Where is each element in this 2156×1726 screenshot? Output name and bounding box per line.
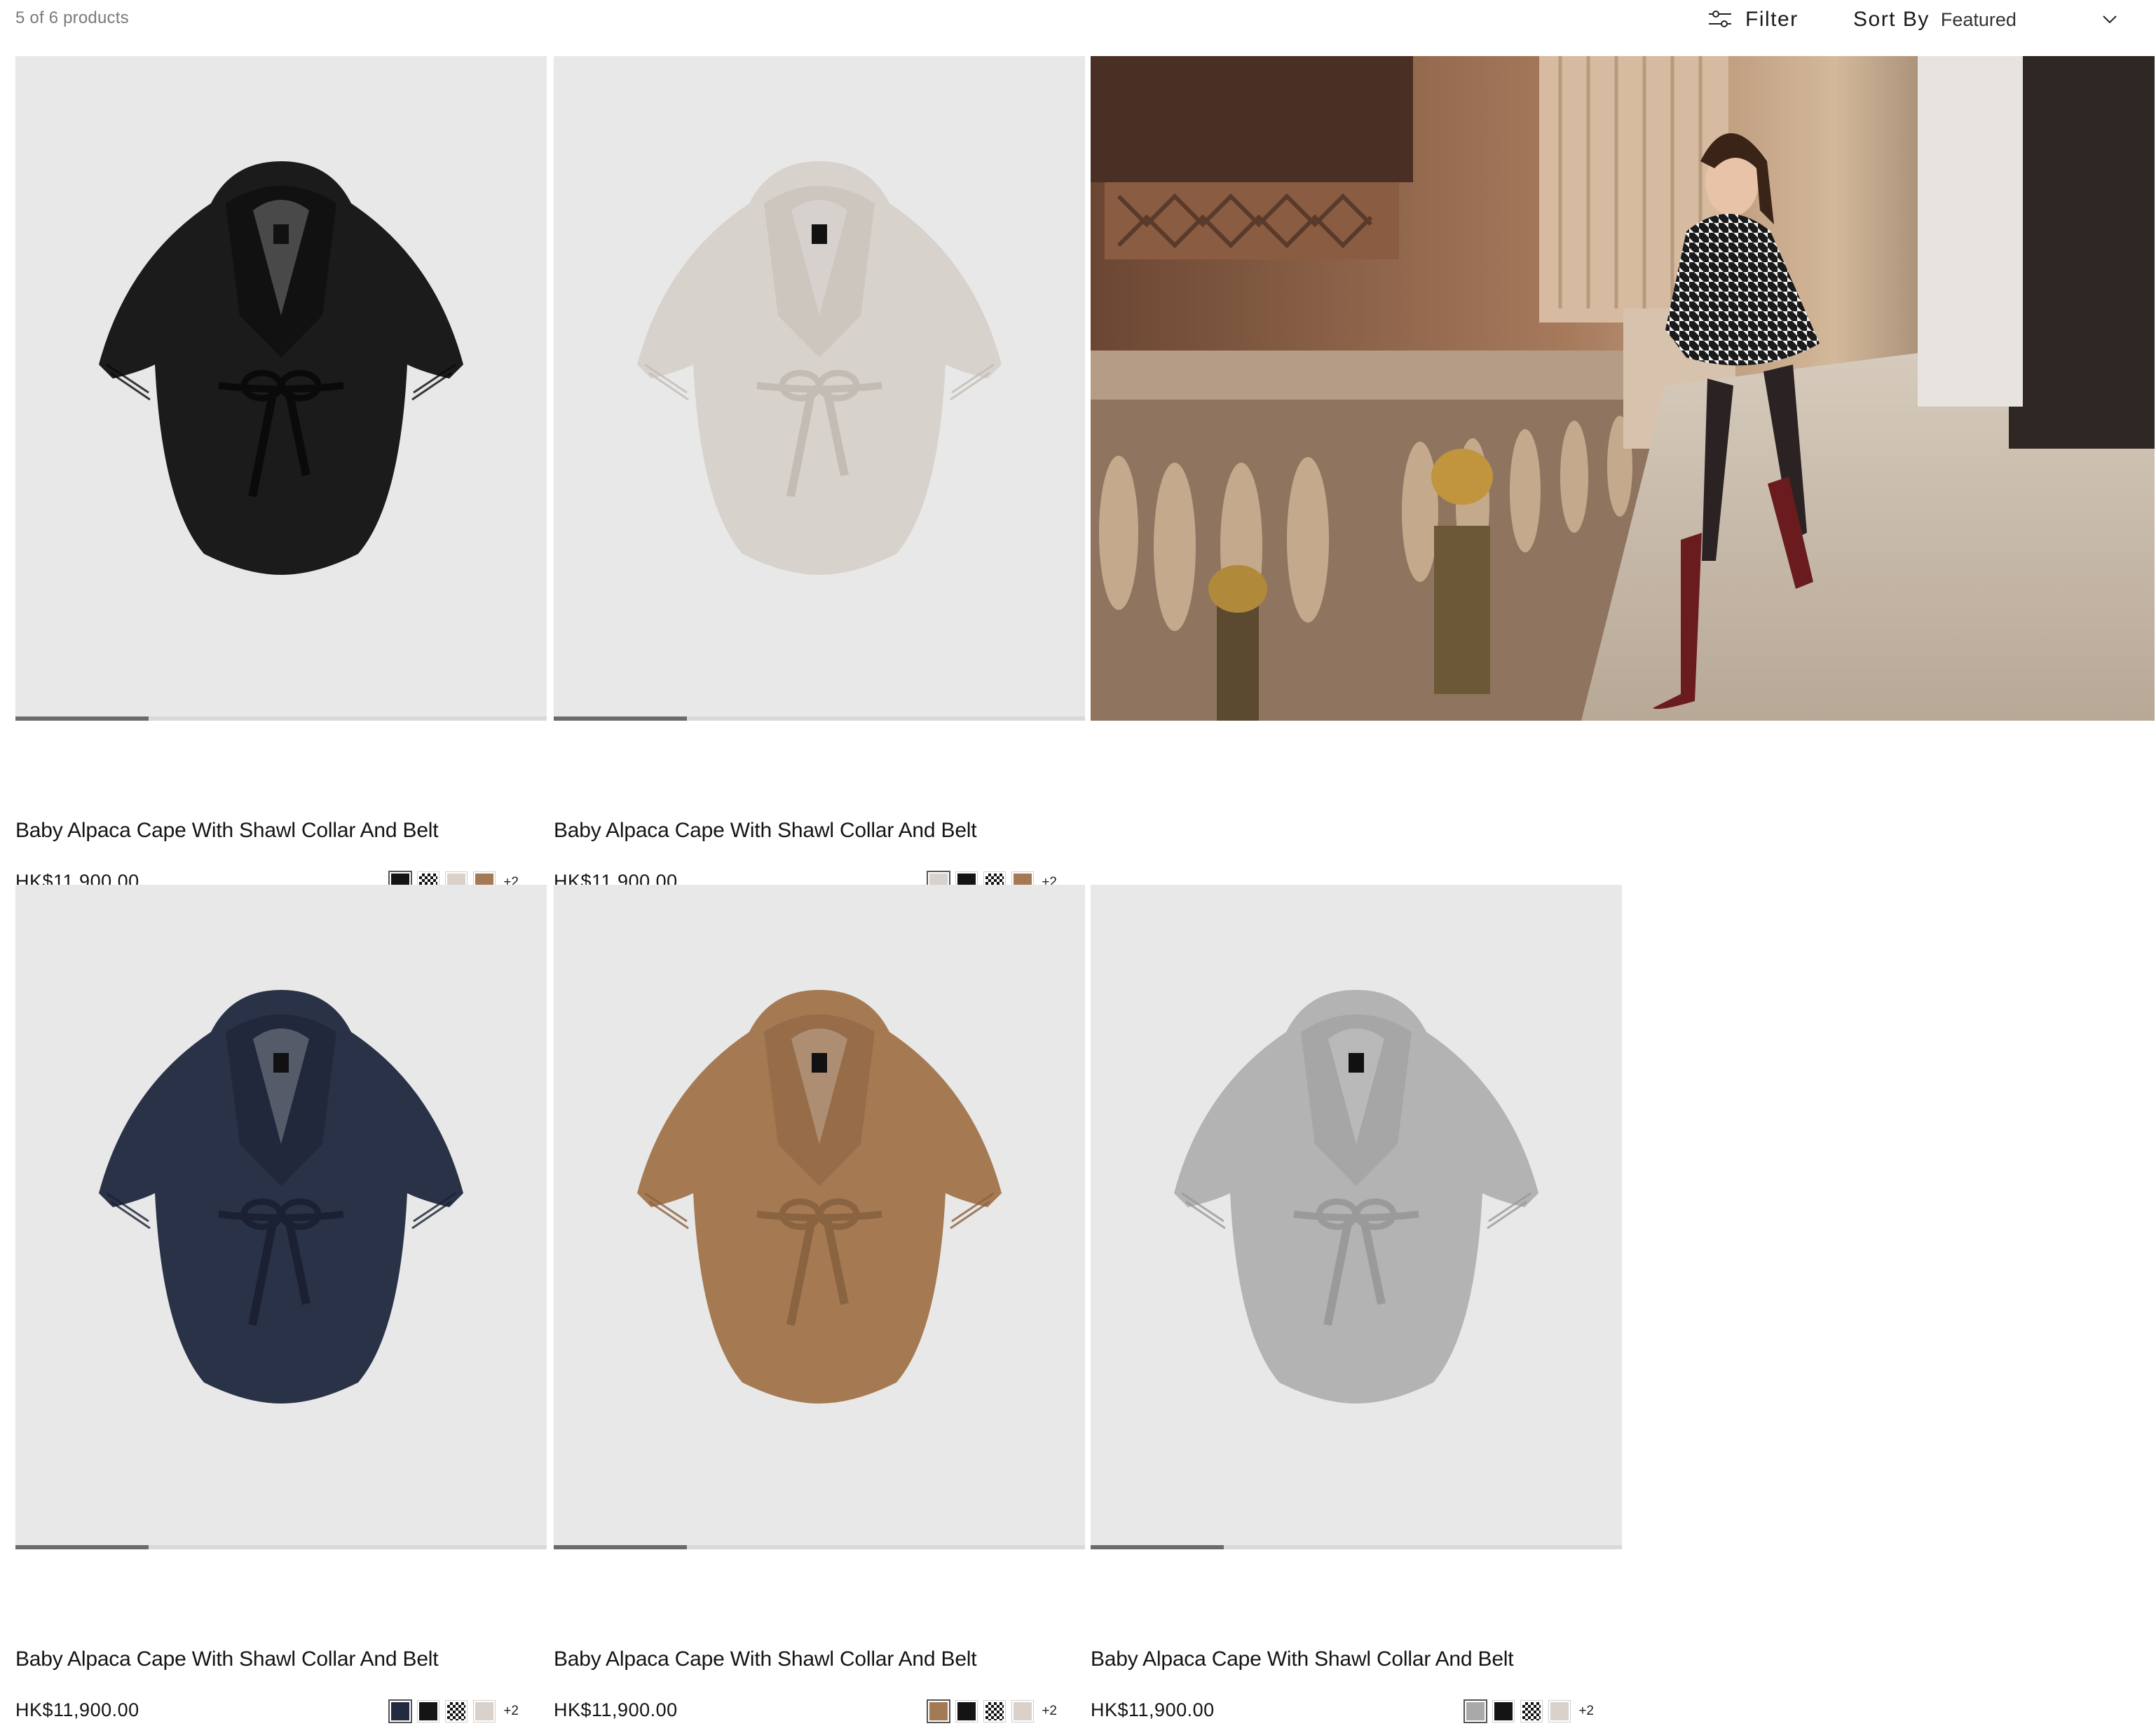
product-name[interactable]: Baby Alpaca Cape With Shawl Collar And B…	[1091, 1647, 1514, 1671]
cape-product-image	[637, 161, 1002, 575]
image-carousel-progress	[15, 1545, 547, 1549]
image-carousel-progress-fill	[554, 716, 687, 721]
color-swatch-grey[interactable]	[1464, 1699, 1488, 1723]
color-swatch-navy[interactable]	[388, 1699, 413, 1723]
image-carousel-progress-fill	[15, 1545, 149, 1549]
color-swatch-black[interactable]	[417, 1700, 440, 1722]
campaign-photo	[1091, 56, 2155, 721]
product-name[interactable]: Baby Alpaca Cape With Shawl Collar And B…	[554, 1647, 977, 1671]
product-image[interactable]	[554, 56, 1085, 721]
color-swatches: +2	[1464, 1699, 1594, 1723]
sort-select[interactable]: Featured	[1941, 6, 2127, 34]
color-swatch-houndstooth[interactable]	[1520, 1700, 1543, 1722]
filter-sliders-icon	[1709, 11, 1731, 27]
color-swatch-camel[interactable]	[927, 1699, 951, 1723]
product-image[interactable]	[554, 885, 1085, 1549]
product-card[interactable]: Baby Alpaca Cape With Shawl Collar And B…	[554, 56, 1085, 897]
image-carousel-progress	[15, 716, 547, 721]
color-swatch-black[interactable]	[955, 1700, 978, 1722]
product-image[interactable]	[15, 56, 547, 721]
product-image[interactable]	[15, 885, 547, 1549]
product-count: 5 of 6 products	[15, 8, 129, 27]
color-swatch-ivory[interactable]	[473, 1700, 496, 1722]
chevron-down-icon	[2103, 15, 2117, 24]
cape-product-image	[637, 990, 1002, 1404]
color-swatch-houndstooth[interactable]	[445, 1700, 468, 1722]
toolbar: Filter Sort By Featured	[1707, 0, 2156, 39]
product-image[interactable]	[1091, 885, 1622, 1549]
sort-control: Sort By Featured	[1853, 6, 2127, 34]
cape-product-image	[99, 161, 463, 575]
color-swatch-black[interactable]	[1492, 1700, 1515, 1722]
image-carousel-progress	[1091, 1545, 1622, 1549]
more-colors-count[interactable]: +2	[1578, 1704, 1594, 1719]
color-swatches: +2	[388, 1699, 519, 1723]
sort-label: Sort By	[1853, 8, 1930, 31]
product-name[interactable]: Baby Alpaca Cape With Shawl Collar And B…	[15, 1647, 439, 1671]
image-carousel-progress-fill	[1091, 1545, 1224, 1549]
more-colors-count[interactable]: +2	[1042, 1704, 1057, 1719]
product-name[interactable]: Baby Alpaca Cape With Shawl Collar And B…	[15, 819, 439, 843]
filter-label: Filter	[1745, 8, 1799, 31]
product-price: HK$11,900.00	[1091, 1699, 1215, 1720]
editorial-campaign-image	[1091, 56, 2155, 721]
filter-button[interactable]: Filter	[1707, 6, 1799, 34]
cape-product-image	[1174, 990, 1538, 1404]
product-name[interactable]: Baby Alpaca Cape With Shawl Collar And B…	[554, 819, 977, 843]
product-card[interactable]: Baby Alpaca Cape With Shawl Collar And B…	[15, 885, 547, 1726]
image-carousel-progress-fill	[15, 716, 149, 721]
color-swatch-ivory[interactable]	[1011, 1700, 1035, 1722]
product-price: HK$11,900.00	[15, 1699, 139, 1720]
product-card[interactable]: Baby Alpaca Cape With Shawl Collar And B…	[1091, 885, 1622, 1726]
cape-product-image	[99, 990, 463, 1404]
sort-value: Featured	[1940, 8, 2017, 30]
product-price: HK$11,900.00	[554, 1699, 678, 1720]
color-swatches: +2	[927, 1699, 1057, 1723]
more-colors-count[interactable]: +2	[503, 1704, 519, 1719]
color-swatch-ivory[interactable]	[1548, 1700, 1571, 1722]
color-swatch-houndstooth[interactable]	[983, 1700, 1007, 1722]
product-card[interactable]: Baby Alpaca Cape With Shawl Collar And B…	[15, 56, 547, 897]
image-carousel-progress	[554, 1545, 1085, 1549]
product-card[interactable]: Baby Alpaca Cape With Shawl Collar And B…	[554, 885, 1085, 1726]
image-carousel-progress-fill	[554, 1545, 687, 1549]
image-carousel-progress	[554, 716, 1085, 721]
